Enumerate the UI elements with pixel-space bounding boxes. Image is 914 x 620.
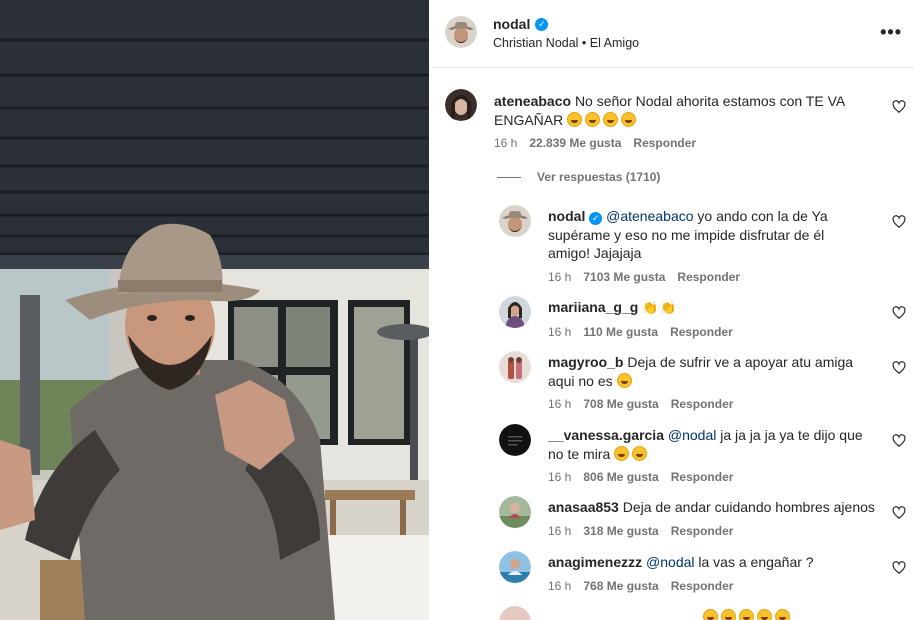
commenter-avatar[interactable] <box>499 205 531 237</box>
clapping-emoji: 👏 <box>642 300 659 315</box>
reply-button[interactable]: Responder <box>671 470 734 484</box>
comment-username[interactable]: mariiana_g_g <box>548 299 638 315</box>
comment-username[interactable]: anasaa853 <box>548 499 619 515</box>
laughing-emoji <box>585 111 601 127</box>
heart-icon[interactable] <box>892 561 906 575</box>
view-replies-label: Ver respuestas (1710) <box>537 170 661 184</box>
laughing-emoji <box>703 609 718 620</box>
comment-text-partial <box>548 608 878 620</box>
reply-button[interactable]: Responder <box>633 136 696 150</box>
more-options-icon[interactable]: ••• <box>880 22 902 43</box>
comment-meta: 16 h 7103 Me gusta Responder <box>548 270 740 284</box>
comment-text: mariiana_g_g 👏 👏 <box>548 298 868 318</box>
laughing-emoji <box>614 445 630 461</box>
comment-username[interactable]: magyroo_b <box>548 354 623 370</box>
comment-text: anagimenezzz @nodal la vas a engañar ? <box>548 553 878 572</box>
heart-icon[interactable] <box>892 361 906 375</box>
author-avatar[interactable] <box>445 16 477 48</box>
replies-divider <box>497 176 521 178</box>
comment-likes[interactable]: 318 Me gusta <box>583 524 658 538</box>
view-replies-button[interactable]: Ver respuestas (1710) <box>497 170 660 184</box>
comment-likes[interactable]: 708 Me gusta <box>583 397 658 411</box>
comment-likes[interactable]: 768 Me gusta <box>583 579 658 593</box>
comment-likes[interactable]: 22.839 Me gusta <box>529 136 621 150</box>
comment-text: magyroo_b Deja de sufrir ve a apoyar atu… <box>548 353 878 390</box>
verified-badge-icon: ✓ <box>535 17 549 31</box>
comment-time[interactable]: 16 h <box>548 470 571 484</box>
comment-username[interactable]: nodal <box>548 208 585 224</box>
laughing-emoji <box>621 111 637 127</box>
comment-likes[interactable]: 7103 Me gusta <box>583 270 665 284</box>
comment-meta: 16 h 110 Me gusta Responder <box>548 325 733 339</box>
laughing-emoji <box>616 372 632 388</box>
laughing-emoji <box>603 111 619 127</box>
comment-time[interactable]: 16 h <box>548 397 571 411</box>
comment-body: Deja de andar cuidando hombres ajenos <box>622 499 875 515</box>
comment-meta: 16 h 806 Me gusta Responder <box>548 470 733 484</box>
comment-meta: 16 h 708 Me gusta Responder <box>548 397 733 411</box>
laughing-emoji <box>721 609 736 620</box>
verified-badge-icon: ✓ <box>589 212 603 225</box>
heart-icon[interactable] <box>892 100 906 114</box>
clapping-emoji: 👏 <box>660 300 677 315</box>
comment-text: ateneabaco No señor Nodal ahorita estamo… <box>494 92 864 129</box>
comment-meta: 16 h 22.839 Me gusta Responder <box>494 136 696 150</box>
comment-username[interactable]: __vanessa.garcia <box>548 427 664 443</box>
comment-mention[interactable]: @nodal <box>646 554 694 570</box>
comment-time[interactable]: 16 h <box>548 579 571 593</box>
comment-body: la vas a engañar ? <box>698 554 814 570</box>
laughing-emoji <box>775 609 790 620</box>
laughing-emoji <box>739 609 754 620</box>
comment-time[interactable]: 16 h <box>548 270 571 284</box>
heart-icon[interactable] <box>892 434 906 448</box>
commenter-avatar[interactable] <box>499 424 531 456</box>
comment-time[interactable]: 16 h <box>494 136 517 150</box>
comment-likes[interactable]: 110 Me gusta <box>583 325 658 339</box>
laughing-emoji <box>757 609 772 620</box>
reply-button[interactable]: Responder <box>671 579 734 593</box>
comment-text: __vanessa.garcia @nodal ja ja ja ja ya t… <box>548 426 878 463</box>
heart-icon[interactable] <box>892 306 906 320</box>
comment-username[interactable]: anagimenezzz <box>548 554 642 570</box>
comment-meta: 16 h 768 Me gusta Responder <box>548 579 733 593</box>
post-header: nodal ✓ Christian Nodal • El Amigo ••• <box>429 0 914 68</box>
post-media[interactable] <box>0 0 429 620</box>
comment-time[interactable]: 16 h <box>548 524 571 538</box>
author-username-row[interactable]: nodal ✓ <box>493 16 549 32</box>
comment-meta: 16 h 318 Me gusta Responder <box>548 524 733 538</box>
commenter-avatar[interactable] <box>499 296 531 328</box>
author-username[interactable]: nodal <box>493 16 530 32</box>
commenter-avatar[interactable] <box>499 551 531 583</box>
commenter-avatar[interactable] <box>499 496 531 528</box>
commenter-avatar[interactable] <box>445 89 477 121</box>
reply-button[interactable]: Responder <box>671 524 734 538</box>
comment-mention[interactable]: @ateneabaco <box>606 208 693 224</box>
comment-time[interactable]: 16 h <box>548 325 571 339</box>
reply-button[interactable]: Responder <box>677 270 740 284</box>
audio-label[interactable]: Christian Nodal • El Amigo <box>493 36 639 50</box>
comment-username[interactable]: ateneabaco <box>494 93 571 109</box>
video-frame <box>0 0 429 620</box>
heart-icon[interactable] <box>892 215 906 229</box>
heart-icon[interactable] <box>892 506 906 520</box>
reply-button[interactable]: Responder <box>670 325 733 339</box>
laughing-emoji <box>567 111 583 127</box>
comments-panel: nodal ✓ Christian Nodal • El Amigo ••• a… <box>429 0 914 620</box>
reply-button[interactable]: Responder <box>671 397 734 411</box>
comment-text: nodal ✓ @ateneabaco yo ando con la de Ya… <box>548 207 868 263</box>
laughing-emoji <box>632 445 648 461</box>
comment-text: anasaa853 Deja de andar cuidando hombres… <box>548 498 878 517</box>
comment-likes[interactable]: 806 Me gusta <box>583 470 658 484</box>
commenter-avatar[interactable] <box>499 351 531 383</box>
commenter-avatar[interactable] <box>499 606 531 620</box>
comment-mention[interactable]: @nodal <box>668 427 716 443</box>
